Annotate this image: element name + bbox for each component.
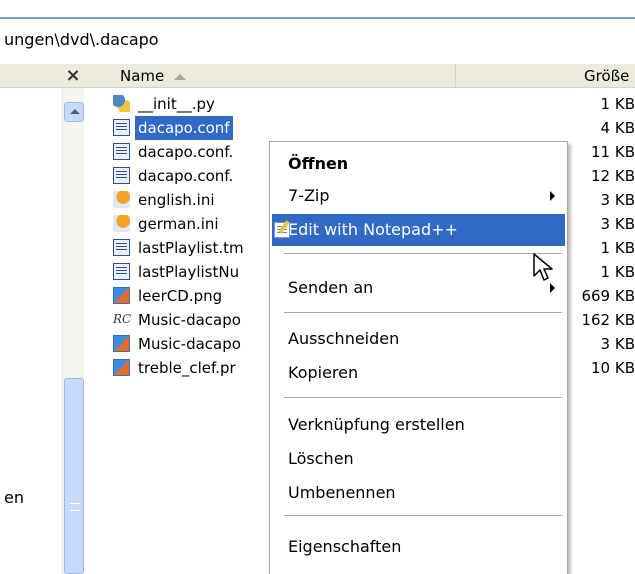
png-file-icon [113,359,130,376]
vertical-scrollbar[interactable] [62,88,84,574]
menu-item-open[interactable]: Öffnen [272,148,565,180]
address-bar-border [0,17,635,19]
menu-item-label: Edit with Notepad++ [288,220,458,239]
menu-item-copy[interactable]: Kopieren [272,357,565,389]
ini-file-icon [113,191,130,208]
png-file-icon [113,287,130,304]
config-file-icon [113,167,130,184]
folder-tree-item[interactable]: en [4,488,24,507]
file-name: leerCD.png [138,287,223,305]
menu-item-edit-notepad[interactable]: Edit with Notepad++ [272,214,565,246]
column-header-size[interactable]: Größe [456,64,635,88]
address-bar[interactable]: ungen\dvd\.dacapo [0,0,635,64]
scroll-grip-icon [70,503,80,511]
folder-pane-header: × [0,64,98,88]
file-name: Music-dacapo [138,335,241,353]
mouse-pointer-icon [533,253,553,281]
file-name: dacapo.conf. [138,167,234,185]
column-name-label: Name [120,67,165,85]
menu-separator [284,253,562,254]
file-name: treble_clef.pr [138,359,236,377]
column-header: Name Größe [98,64,635,88]
config-file-icon [113,119,130,136]
config-file-icon [113,143,130,160]
scroll-up-icon[interactable] [64,102,84,122]
address-path[interactable]: ungen\dvd\.dacapo [4,30,159,49]
config-file-icon [113,239,130,256]
file-name: Music-dacapo [138,311,241,329]
file-size: 4 KB [600,119,635,137]
submenu-arrow-icon [550,191,555,201]
png-file-icon [113,335,130,352]
scrollbar-thumb[interactable] [64,378,84,574]
menu-separator [284,397,562,398]
close-icon[interactable]: × [62,64,84,88]
file-name: german.ini [138,215,219,233]
menu-item-properties[interactable]: Eigenschaften [272,531,565,563]
file-row[interactable]: __init__.py 1 KB [98,92,635,116]
menu-item-7zip[interactable]: 7-Zip [272,180,565,212]
menu-separator [284,515,562,516]
file-name: dacapo.conf [135,116,233,140]
file-name: __init__.py [138,95,215,113]
sort-ascending-icon [174,73,187,80]
file-name: lastPlaylist.tm [138,239,244,257]
file-name: english.ini [138,191,215,209]
menu-item-rename[interactable]: Umbenennen [272,477,565,509]
notepad-plus-plus-icon [274,222,290,238]
menu-item-create-shortcut[interactable]: Verknüpfung erstellen [272,409,565,441]
file-name: dacapo.conf. [138,143,234,161]
context-menu: Öffnen 7-Zip Edit with Notepad++ Senden … [269,141,568,574]
menu-item-cut[interactable]: Ausschneiden [272,323,565,355]
file-size: 1 KB [600,95,635,113]
file-row-selected[interactable]: dacapo.conf 4 KB [98,116,635,140]
folder-pane: × en [0,64,98,574]
menu-item-label: Senden an [288,278,374,297]
menu-item-delete[interactable]: Löschen [272,443,565,475]
menu-item-send-to[interactable]: Senden an [272,272,565,304]
menu-item-label: 7-Zip [288,186,330,205]
column-header-name[interactable]: Name [98,64,456,88]
rc-file-icon: RC [113,312,132,326]
python-file-icon [113,95,130,112]
config-file-icon [113,263,130,280]
file-name: lastPlaylistNu [138,263,240,281]
menu-separator [284,312,562,313]
ini-file-icon [113,215,130,232]
